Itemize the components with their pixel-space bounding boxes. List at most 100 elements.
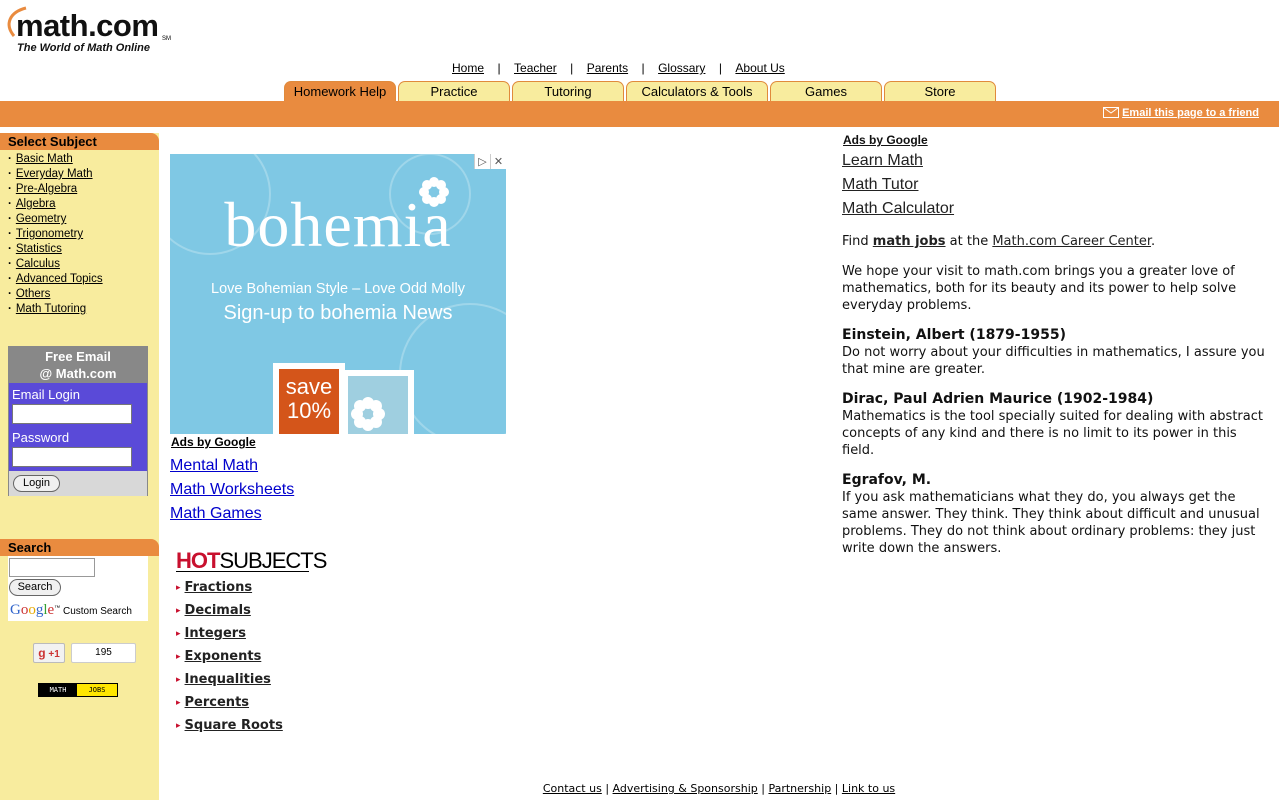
google-custom-search-logo: Google™ Custom Search (10, 602, 132, 618)
google-brand: Google (10, 602, 55, 618)
banner-line2: Sign-up to bohemia News (223, 302, 453, 324)
math-com-logo[interactable]: math.com SM The World of Math Online (4, 6, 174, 56)
google-plus-icon: g (38, 646, 46, 660)
hot-link-fractions[interactable]: Fractions (185, 580, 253, 595)
hot-link-percents[interactable]: Percents (185, 695, 250, 710)
footer-advertising[interactable]: Advertising & Sponsorship (613, 782, 758, 795)
subject-link-basic-math[interactable]: Basic Math (16, 153, 73, 165)
subject-link-math-tutoring[interactable]: Math Tutoring (16, 303, 86, 315)
subject-list: Basic Math Everyday Math Pre-Algebra Alg… (8, 152, 103, 317)
email-friend-link[interactable]: Email this page to a friend (1103, 107, 1259, 119)
bohemia-banner-ad[interactable]: bohemia Love Bohemian Style – Love Odd M… (170, 154, 506, 434)
ads-by-google-heading[interactable]: Ads by Google (171, 435, 256, 449)
hot-word: HOT (176, 548, 220, 573)
nav-separator: | (641, 61, 645, 75)
email-friend-text[interactable]: Email this page to a friend (1122, 107, 1259, 119)
top-nav: Home | Teacher | Parents | Glossary | About Us (452, 61, 785, 75)
subject-link-everyday-math[interactable]: Everyday Math (16, 168, 93, 180)
subjects-word: SUBJECTS (219, 548, 327, 573)
email-login-label: Email Login (12, 387, 80, 402)
ad-choices: ▷ ✕ (474, 154, 506, 169)
quote-author: Egrafov, M. (842, 472, 932, 488)
list-item: Trigonometry (8, 227, 103, 242)
tab-practice[interactable]: Practice (398, 81, 510, 101)
right-column: Ads by Google Learn Math Math Tutor Math… (842, 133, 1267, 557)
math-jobs-badge[interactable]: MATH JOBS (38, 683, 118, 697)
subject-link-advanced-topics[interactable]: Advanced Topics (16, 273, 103, 285)
hot-link-integers[interactable]: Integers (185, 626, 246, 641)
banner-brand: bohemia (224, 189, 452, 260)
list-item: Integers (176, 624, 283, 647)
quote-author: Einstein, Albert (1879-1955) (842, 327, 1066, 343)
tab-tutoring[interactable]: Tutoring (512, 81, 624, 101)
subject-link-trigonometry[interactable]: Trigonometry (16, 228, 83, 240)
search-button[interactable]: Search (9, 579, 61, 596)
ad-link-math-calculator[interactable]: Math Calculator (842, 197, 1267, 221)
search-input[interactable] (9, 558, 95, 577)
nav-about-us[interactable]: About Us (735, 61, 784, 75)
ad-link-mental-math[interactable]: Mental Math (170, 454, 294, 478)
nav-glossary[interactable]: Glossary (658, 61, 705, 75)
list-item: Inequalities (176, 670, 283, 693)
right-ads-by-google-heading[interactable]: Ads by Google (843, 133, 1267, 147)
email-login-input[interactable] (12, 404, 132, 424)
tab-store[interactable]: Store (884, 81, 996, 101)
select-subject-heading: Select Subject (0, 133, 159, 150)
password-input[interactable] (12, 447, 132, 467)
subject-link-others[interactable]: Others (16, 288, 51, 300)
nav-parents[interactable]: Parents (587, 61, 628, 75)
hot-link-decimals[interactable]: Decimals (185, 603, 251, 618)
math-jobs-link[interactable]: math jobs (873, 234, 946, 249)
nav-teacher[interactable]: Teacher (514, 61, 557, 75)
list-item: Algebra (8, 197, 103, 212)
flower-icon (351, 397, 385, 431)
ad-link-math-tutor[interactable]: Math Tutor (842, 173, 1267, 197)
subject-link-geometry[interactable]: Geometry (16, 213, 67, 225)
middle-ad-links: Mental Math Math Worksheets Math Games (170, 454, 294, 526)
footer-link-to-us[interactable]: Link to us (842, 782, 895, 795)
gplus-count: 195 (71, 643, 136, 663)
find-middle: at the (945, 234, 993, 249)
subject-link-algebra[interactable]: Algebra (16, 198, 56, 210)
list-item: Pre-Algebra (8, 182, 103, 197)
subject-link-calculus[interactable]: Calculus (16, 258, 60, 270)
list-item: Others (8, 287, 103, 302)
nav-home[interactable]: Home (452, 61, 484, 75)
find-prefix: Find (842, 234, 873, 249)
nav-separator: | (718, 61, 722, 75)
envelope-icon (1103, 107, 1120, 118)
quote-author: Dirac, Paul Adrien Maurice (1902-1984) (842, 391, 1154, 407)
flower-stamp (342, 370, 414, 434)
list-item: Calculus (8, 257, 103, 272)
subject-link-statistics[interactable]: Statistics (16, 243, 62, 255)
nav-separator: | (570, 61, 574, 75)
save-stamp-text: save 10% (279, 369, 339, 434)
logo-tagline: The World of Math Online (17, 42, 151, 54)
logo-wordmark: math.com (16, 8, 159, 43)
tab-calculators-tools[interactable]: Calculators & Tools (626, 81, 768, 101)
gplus-button[interactable]: g +1 (33, 643, 65, 663)
subject-link-pre-algebra[interactable]: Pre-Algebra (16, 183, 77, 195)
login-button[interactable]: Login (13, 475, 60, 492)
search-heading: Search (0, 539, 159, 556)
left-sidebar: Select Subject Basic Math Everyday Math … (0, 133, 159, 800)
footer-partnership[interactable]: Partnership (768, 782, 831, 795)
hot-link-square-roots[interactable]: Square Roots (185, 718, 283, 733)
hot-subjects-title: HOTSUBJECTS (176, 548, 327, 574)
nav-separator: | (497, 61, 501, 75)
career-center-link[interactable]: Math.com Career Center (992, 234, 1151, 249)
list-item: Decimals (176, 601, 283, 624)
hot-link-inequalities[interactable]: Inequalities (185, 672, 271, 687)
adchoices-icon[interactable]: ▷ (474, 154, 490, 169)
ad-link-math-games[interactable]: Math Games (170, 502, 294, 526)
tab-games[interactable]: Games (770, 81, 882, 101)
ad-link-learn-math[interactable]: Learn Math (842, 149, 1267, 173)
tab-homework-help[interactable]: Homework Help (284, 81, 396, 101)
close-icon[interactable]: ✕ (490, 154, 506, 169)
quote-text: If you ask mathematicians what they do, … (842, 490, 1260, 556)
hot-link-exponents[interactable]: Exponents (185, 649, 262, 664)
ad-link-math-worksheets[interactable]: Math Worksheets (170, 478, 294, 502)
banner-line1: Love Bohemian Style – Love Odd Molly (211, 281, 465, 297)
list-item: Basic Math (8, 152, 103, 167)
footer-contact-us[interactable]: Contact us (543, 782, 602, 795)
